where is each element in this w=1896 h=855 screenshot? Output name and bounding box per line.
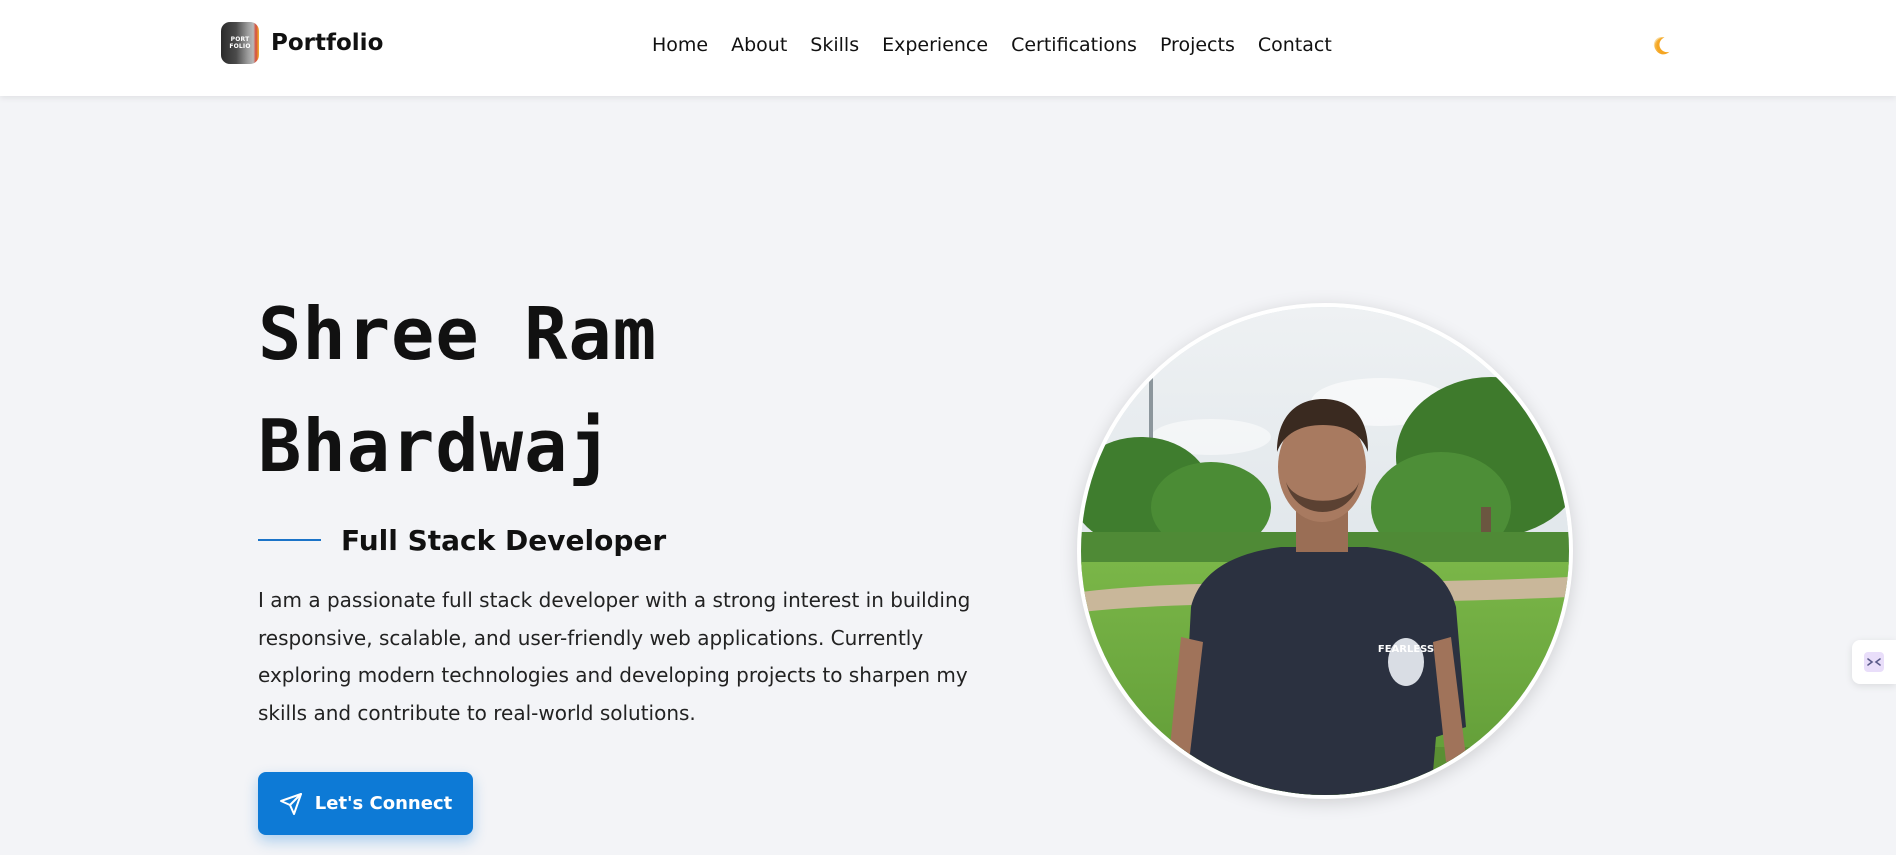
brand-name[interactable]: Portfolio: [271, 30, 383, 56]
send-icon: [279, 792, 302, 815]
moon-icon: [1653, 36, 1670, 55]
role-divider: [258, 539, 321, 541]
lets-connect-button[interactable]: Let's Connect: [258, 772, 473, 835]
profile-photo-illustration: FEARLESS: [1081, 307, 1569, 795]
logo-text-bottom: FOLIO: [229, 43, 251, 50]
shirt-print-text: FEARLESS: [1378, 644, 1434, 655]
brand[interactable]: PORT FOLIO Portfolio: [221, 22, 383, 64]
nav-link-about[interactable]: About: [731, 34, 787, 56]
terminal-icon: [1864, 652, 1884, 672]
theme-toggle-button[interactable]: [1648, 33, 1674, 59]
nav-link-skills[interactable]: Skills: [810, 34, 859, 56]
hero-name-line1: Shree Ram: [258, 292, 658, 376]
site-header: PORT FOLIO Portfolio Home About Skills E…: [0, 0, 1896, 96]
brand-logo: PORT FOLIO: [221, 22, 259, 64]
role-row: Full Stack Developer: [258, 520, 666, 560]
nav-link-home[interactable]: Home: [652, 34, 708, 56]
floating-widget-button[interactable]: [1852, 640, 1896, 684]
role-title: Full Stack Developer: [341, 523, 667, 557]
main-nav: Home About Skills Experience Certificati…: [652, 30, 1332, 60]
nav-link-certifications[interactable]: Certifications: [1011, 34, 1137, 56]
lets-connect-label: Let's Connect: [314, 793, 453, 814]
profile-photo: FEARLESS: [1077, 303, 1573, 799]
hero-name: Shree Ram Bhardwaj: [258, 278, 978, 502]
hero-bio: I am a passionate full stack developer w…: [258, 588, 971, 725]
nav-link-projects[interactable]: Projects: [1160, 34, 1235, 56]
logo-text-top: PORT: [230, 36, 250, 43]
hero-name-line2: Bhardwaj: [258, 404, 613, 488]
nav-link-experience[interactable]: Experience: [882, 34, 988, 56]
nav-link-contact[interactable]: Contact: [1258, 34, 1332, 56]
